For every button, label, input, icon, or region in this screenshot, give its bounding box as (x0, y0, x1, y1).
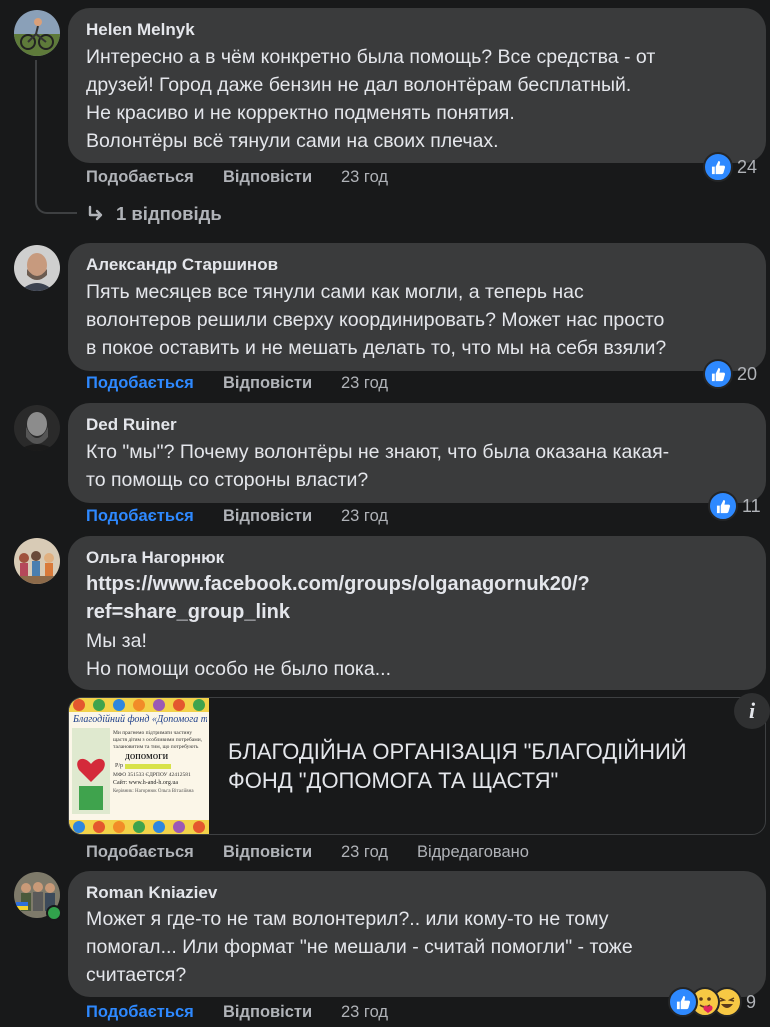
reaction-summary[interactable]: 20 (703, 357, 757, 391)
view-replies-label: 1 відповідь (116, 203, 222, 224)
comment-author[interactable]: Ольга Нагорнюк (86, 548, 224, 568)
comment-text-line: считается? (86, 964, 187, 986)
timestamp[interactable]: 23 год (341, 168, 388, 187)
comment-actions: Подобається Відповісти 23 год (86, 374, 486, 398)
comment-actions: Подобається Відповісти 23 год Відредагов… (86, 843, 586, 867)
like-icon (703, 359, 733, 389)
timestamp[interactable]: 23 год (341, 374, 388, 393)
comment-author[interactable]: Roman Kniaziev (86, 883, 217, 903)
link-preview-title: БЛАГОДІЙНА ОРГАНІЗАЦІЯ "БЛАГОДІЙНИЙ (228, 739, 687, 764)
thumbnail-account-bar (125, 764, 171, 769)
avatar-photo (14, 405, 60, 451)
thumbnail-caption: ДОПОМОГИ (125, 753, 169, 761)
comment-text-line: помогал... Или формат "не мешали - счита… (86, 936, 633, 958)
reaction-count: 24 (737, 156, 758, 177)
comment-link-line[interactable]: https://www.facebook.com/groups/olganago… (86, 569, 590, 599)
thumbnail-codes: МФО 351533 ЄДРПОУ 42412581 (113, 772, 191, 778)
thumbnail-head: Керівник: Нагорнюк Ольга Віталіївна (113, 789, 194, 794)
comment-text-line: Мы за! (86, 630, 147, 652)
like-icon (668, 987, 698, 1017)
reply-arrow-icon (88, 205, 103, 221)
thumbnail-heading: Благодійний фонд «Допомога та Щастя» (73, 714, 207, 725)
like-button[interactable]: Подобається (86, 374, 194, 393)
reply-button[interactable]: Відповісти (223, 374, 312, 393)
like-icon (703, 152, 733, 182)
online-status-indicator (46, 905, 62, 921)
thumbnail-body: щастя дітям з особливими потребами, (113, 737, 203, 743)
comment-author[interactable]: Александр Старшинов (86, 255, 278, 275)
reaction-count: 11 (742, 495, 761, 516)
comment-text-line: Не красиво и не корректно подменять поня… (86, 102, 515, 124)
timestamp[interactable]: 23 год (341, 1003, 388, 1022)
comment-text-line: волонтеров решили сверху координировать?… (86, 309, 665, 331)
comment-text-line: Но помощи особо не было пока... (86, 658, 391, 680)
info-icon[interactable]: i (734, 693, 770, 729)
avatar[interactable] (14, 10, 60, 56)
edited-label[interactable]: Відредаговано (417, 843, 529, 862)
thumbnail-body: Ми прагнемо підтримати частину (113, 730, 193, 736)
link-preview-thumbnail: Благодійний фонд «Допомога та Щастя» Ми … (69, 698, 209, 834)
reply-button[interactable]: Відповісти (223, 507, 312, 526)
avatar[interactable] (14, 405, 60, 451)
reaction-count: 20 (737, 363, 758, 384)
like-button[interactable]: Подобається (86, 843, 194, 862)
avatar[interactable] (14, 538, 60, 584)
avatar-photo (14, 538, 60, 584)
comment-actions: Подобається Відповісти 23 год (86, 1003, 486, 1027)
thumbnail-site: Сайт: www.h-and-h.org.ua (113, 780, 178, 786)
comment-text-line: в покое оставить и не мешать делать то, … (86, 337, 667, 359)
reaction-summary[interactable]: 11 (708, 489, 761, 523)
avatar-photo (14, 245, 60, 291)
comment-author[interactable]: Ded Ruiner (86, 415, 177, 435)
comment-text-line: Кто "мы"? Почему волонтёры не знают, что… (86, 441, 670, 463)
thread-connector (35, 60, 77, 214)
link-preview-card[interactable]: Благодійний фонд «Допомога та Щастя» Ми … (68, 697, 766, 835)
comment-text-line: Может я где-то не там волонтерил?.. или … (86, 908, 609, 930)
comment-text-line: Интересно а в чём конкретно была помощь?… (86, 46, 656, 68)
like-button[interactable]: Подобається (86, 168, 194, 187)
comment-text-line: то помощь со стороны власти? (86, 469, 369, 491)
avatar[interactable] (14, 245, 60, 291)
timestamp[interactable]: 23 год (341, 507, 388, 526)
like-button[interactable]: Подобається (86, 507, 194, 526)
reaction-count: 9 (746, 991, 757, 1012)
comment-text-line: Волонтёры всё тянули сами на своих плеча… (86, 130, 499, 152)
reply-button[interactable]: Відповісти (223, 843, 312, 862)
reply-button[interactable]: Відповісти (223, 168, 312, 187)
comment-author[interactable]: Helen Melnyk (86, 20, 195, 40)
like-button[interactable]: Подобається (86, 1003, 194, 1022)
reply-button[interactable]: Відповісти (223, 1003, 312, 1022)
comment-text-line: друзей! Город даже бензин не дал волонтё… (86, 74, 632, 96)
comment-actions: Подобається Відповісти 23 год (86, 507, 486, 531)
timestamp[interactable]: 23 год (341, 843, 388, 862)
avatar-photo (14, 10, 60, 56)
link-preview-title: ФОНД "ДОПОМОГА ТА ЩАСТЯ" (228, 768, 559, 793)
like-icon (708, 491, 738, 521)
reaction-summary[interactable]: 9 (668, 985, 756, 1019)
thumbnail-body: талановитим та тим, що потребують (113, 744, 199, 750)
comment-link-line[interactable]: ref=share_group_link (86, 597, 290, 627)
thumbnail-account: Р/р (115, 763, 124, 769)
comment-actions: Подобається Відповісти 23 год (86, 168, 486, 192)
reaction-summary[interactable]: 24 (703, 150, 757, 184)
comment-text-line: Пять месяцев все тянули сами как могли, … (86, 281, 584, 303)
